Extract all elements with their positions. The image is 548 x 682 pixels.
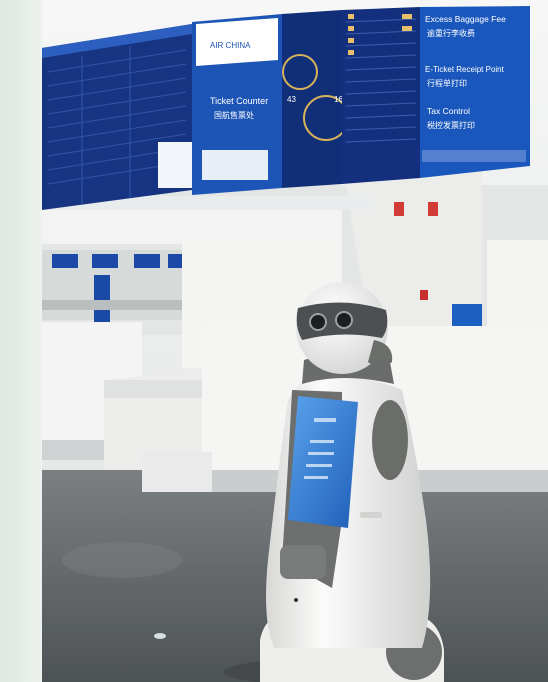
floor-light-reflection	[154, 633, 166, 639]
robot-indicator	[294, 598, 298, 602]
red-light-right	[428, 202, 438, 216]
excess-baggage-en: Excess Baggage Fee	[425, 14, 506, 24]
robot-side-panel	[372, 400, 408, 480]
eticket-en: E-Ticket Receipt Point	[425, 65, 505, 74]
tax-control-en: Tax Control	[427, 106, 470, 116]
red-light-left	[394, 202, 404, 216]
robot-eye-left	[309, 313, 327, 331]
ticket-counter-en: Ticket Counter	[210, 96, 268, 106]
robot-card-slot	[360, 512, 382, 518]
tax-control-zh: 税控发票打印	[427, 120, 475, 130]
robot-front-panel	[280, 545, 326, 579]
far-counters	[42, 250, 192, 323]
floor-reflection	[62, 542, 182, 578]
eticket-zh: 行程单打印	[427, 78, 467, 88]
airport-scene: AIR CHINA Ticket Counter 国航售票处 43 16 Exc…	[42, 0, 548, 682]
svg-text:AIR CHINA: AIR CHINA	[210, 41, 251, 50]
left-margin-strip	[0, 0, 42, 682]
excess-baggage-zh: 逾重行李收费	[427, 28, 475, 38]
counter-sign-small	[452, 304, 482, 326]
ticket-counter-zh: 国航售票处	[214, 110, 254, 120]
right-counter-panel	[487, 240, 548, 330]
sign-number-left: 43	[287, 95, 296, 104]
red-marker	[420, 290, 428, 300]
airport-photo: AIR CHINA Ticket Counter 国航售票处 43 16 Exc…	[42, 0, 548, 682]
robot-eye-right	[335, 311, 353, 329]
robot-touch-screen	[288, 396, 358, 528]
